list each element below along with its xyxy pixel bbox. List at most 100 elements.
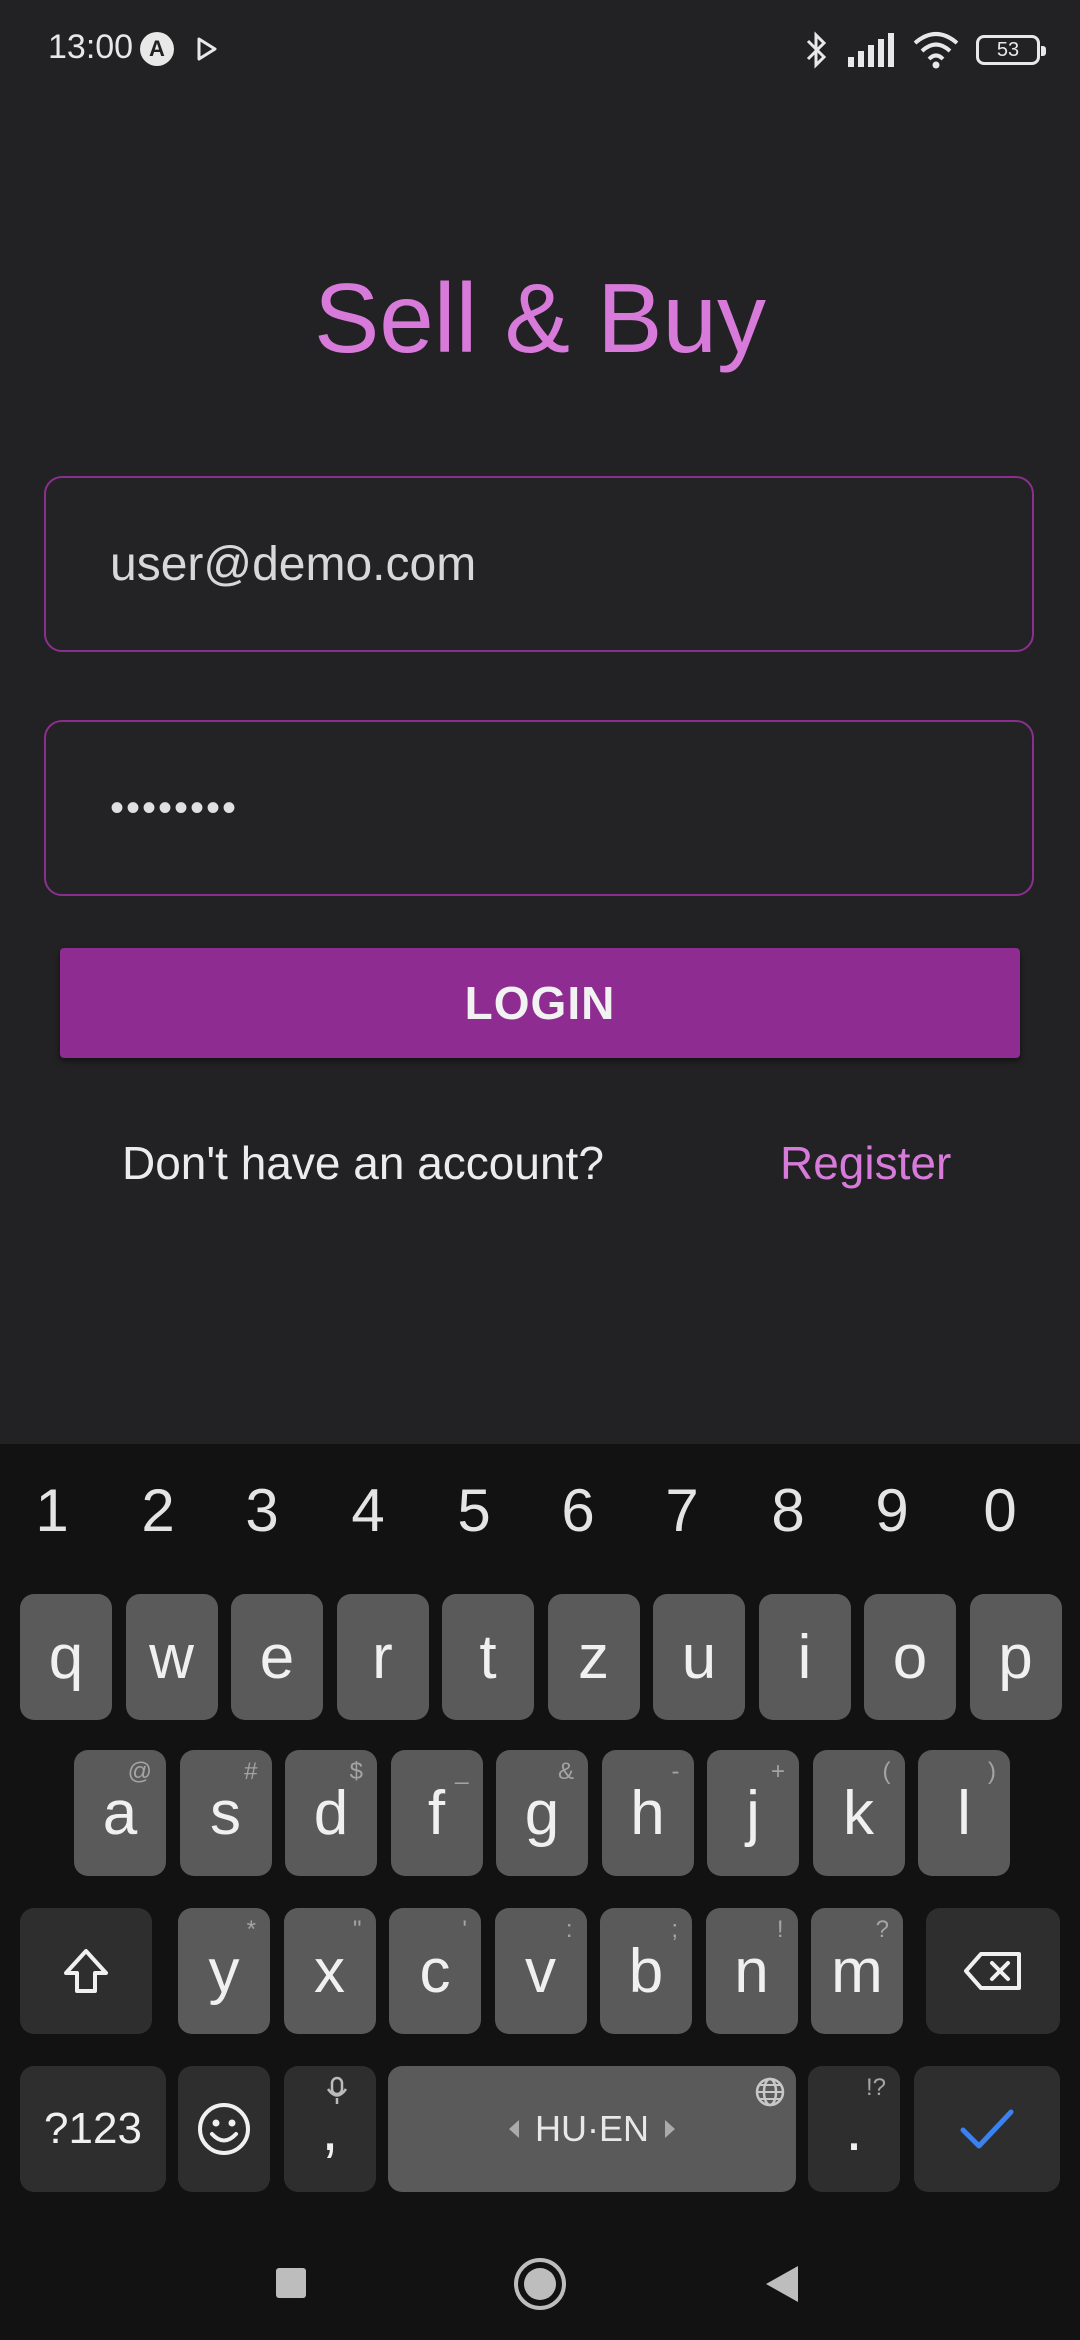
number-key-4[interactable]: 4 [328,1476,408,1545]
key-j[interactable]: + j [707,1750,799,1876]
space-key[interactable]: HU·EN [388,2066,796,2192]
key-c[interactable]: ' c [389,1908,481,2034]
key-q[interactable]: q [20,1594,112,1720]
key-hint: + [770,1758,785,1785]
shift-key[interactable] [20,1908,152,2034]
key-label: f [427,1778,446,1848]
key-m[interactable]: ? m [811,1908,903,2034]
email-field[interactable] [44,476,1034,652]
period-key[interactable]: !? . [808,2066,900,2192]
key-n[interactable]: ! n [705,1908,798,2034]
battery-level: 53 [996,38,1020,61]
key-r[interactable]: r [336,1594,429,1720]
app-notification-icon: A [140,32,174,66]
bluetooth-icon [806,31,827,69]
number-key-6[interactable]: 6 [538,1476,618,1545]
key-v[interactable]: :v [494,1908,587,2034]
key-i[interactable]: i [758,1594,851,1720]
key-label: b [628,1936,664,2006]
key-label: k [843,1778,874,1848]
key-hint: @ [127,1758,152,1785]
key-e[interactable]: e [231,1594,323,1720]
password-input[interactable]: •••••••• [110,722,238,894]
signal-icon [848,33,894,67]
status-time: 13:00 [48,28,134,66]
symbols-key[interactable]: ?123 [20,2066,166,2192]
battery-icon: 53 [976,35,1046,65]
mic-icon [326,2076,348,2104]
key-hint: & [557,1758,574,1785]
key-label: y [208,1936,240,2006]
key-z[interactable]: z [547,1594,640,1720]
key-hint: # [244,1758,258,1785]
key-x[interactable]: " x [283,1908,376,2034]
wifi-icon [913,32,959,69]
key-f[interactable]: _ f [390,1750,483,1876]
key-t[interactable]: t [442,1594,534,1720]
shift-icon [64,1949,108,1993]
number-key-3[interactable]: 3 [222,1476,302,1545]
nav-back-icon[interactable] [764,2264,800,2304]
login-button[interactable]: LOGIN [60,948,1020,1058]
key-label: g [524,1778,560,1848]
number-key-9[interactable]: 9 [852,1476,932,1545]
register-link[interactable]: Register [780,1136,951,1190]
key-label: d [313,1778,349,1848]
key-hint: : [565,1916,573,1943]
key-label: a [102,1778,138,1848]
key-w[interactable]: w [125,1594,218,1720]
key-u[interactable]: u [653,1594,745,1720]
nav-home-icon[interactable] [512,2256,568,2312]
key-h[interactable]: -h [601,1750,694,1876]
chevron-left-icon [509,2120,519,2138]
key-l[interactable]: ) l [918,1750,1010,1876]
key-k[interactable]: (k [812,1750,905,1876]
key-a[interactable]: @ a [74,1750,166,1876]
no-account-text: Don't have an account? [122,1137,604,1189]
key-hint: ; [671,1916,678,1943]
key-o[interactable]: o [864,1594,956,1720]
key-hint: ) [988,1758,996,1785]
key-label: j [746,1778,760,1848]
status-bar: 13:00 A 53 [0,0,1080,100]
key-b[interactable]: ; b [600,1908,692,2034]
key-g[interactable]: & g [496,1750,588,1876]
key-y[interactable]: * y [178,1908,270,2034]
key-hint: _ [455,1758,469,1785]
system-nav-bar [0,2230,1080,2340]
number-key-7[interactable]: 7 [642,1476,722,1545]
globe-icon [755,2077,785,2107]
emoji-key[interactable] [178,2066,270,2192]
nav-recents-icon[interactable] [274,2266,308,2300]
enter-key[interactable] [914,2066,1060,2192]
app-title: Sell & Buy [313,263,767,373]
key-hint: * [246,1916,256,1943]
number-key-1[interactable]: 1 [12,1476,92,1545]
key-hint: ! [776,1916,784,1943]
number-key-5[interactable]: 5 [434,1476,514,1545]
key-hint: ' [462,1916,467,1943]
key-label: n [734,1936,769,2006]
key-label: s [210,1778,241,1848]
backspace-key[interactable] [926,1908,1060,2034]
number-key-2[interactable]: 2 [118,1476,198,1545]
play-store-icon [197,37,217,61]
period-label: . [845,2094,863,2164]
backspace-icon [964,1952,1021,1990]
key-label: x [314,1936,345,2006]
key-label: c [419,1936,451,2006]
key-label: m [831,1936,883,2006]
key-p[interactable]: p [969,1594,1062,1720]
comma-key[interactable]: , [284,2066,376,2192]
number-key-8[interactable]: 8 [748,1476,828,1545]
email-input[interactable] [110,478,990,650]
password-field[interactable]: •••••••• [44,720,1034,896]
status-icons: 53 [804,30,1046,70]
key-label: h [630,1778,665,1848]
checkmark-icon [960,2109,1014,2149]
number-key-0[interactable]: 0 [960,1476,1040,1545]
key-hint: $ [349,1758,363,1785]
key-s[interactable]: # s [179,1750,272,1876]
key-d[interactable]: $ d [285,1750,377,1876]
key-hint: ? [875,1916,889,1943]
